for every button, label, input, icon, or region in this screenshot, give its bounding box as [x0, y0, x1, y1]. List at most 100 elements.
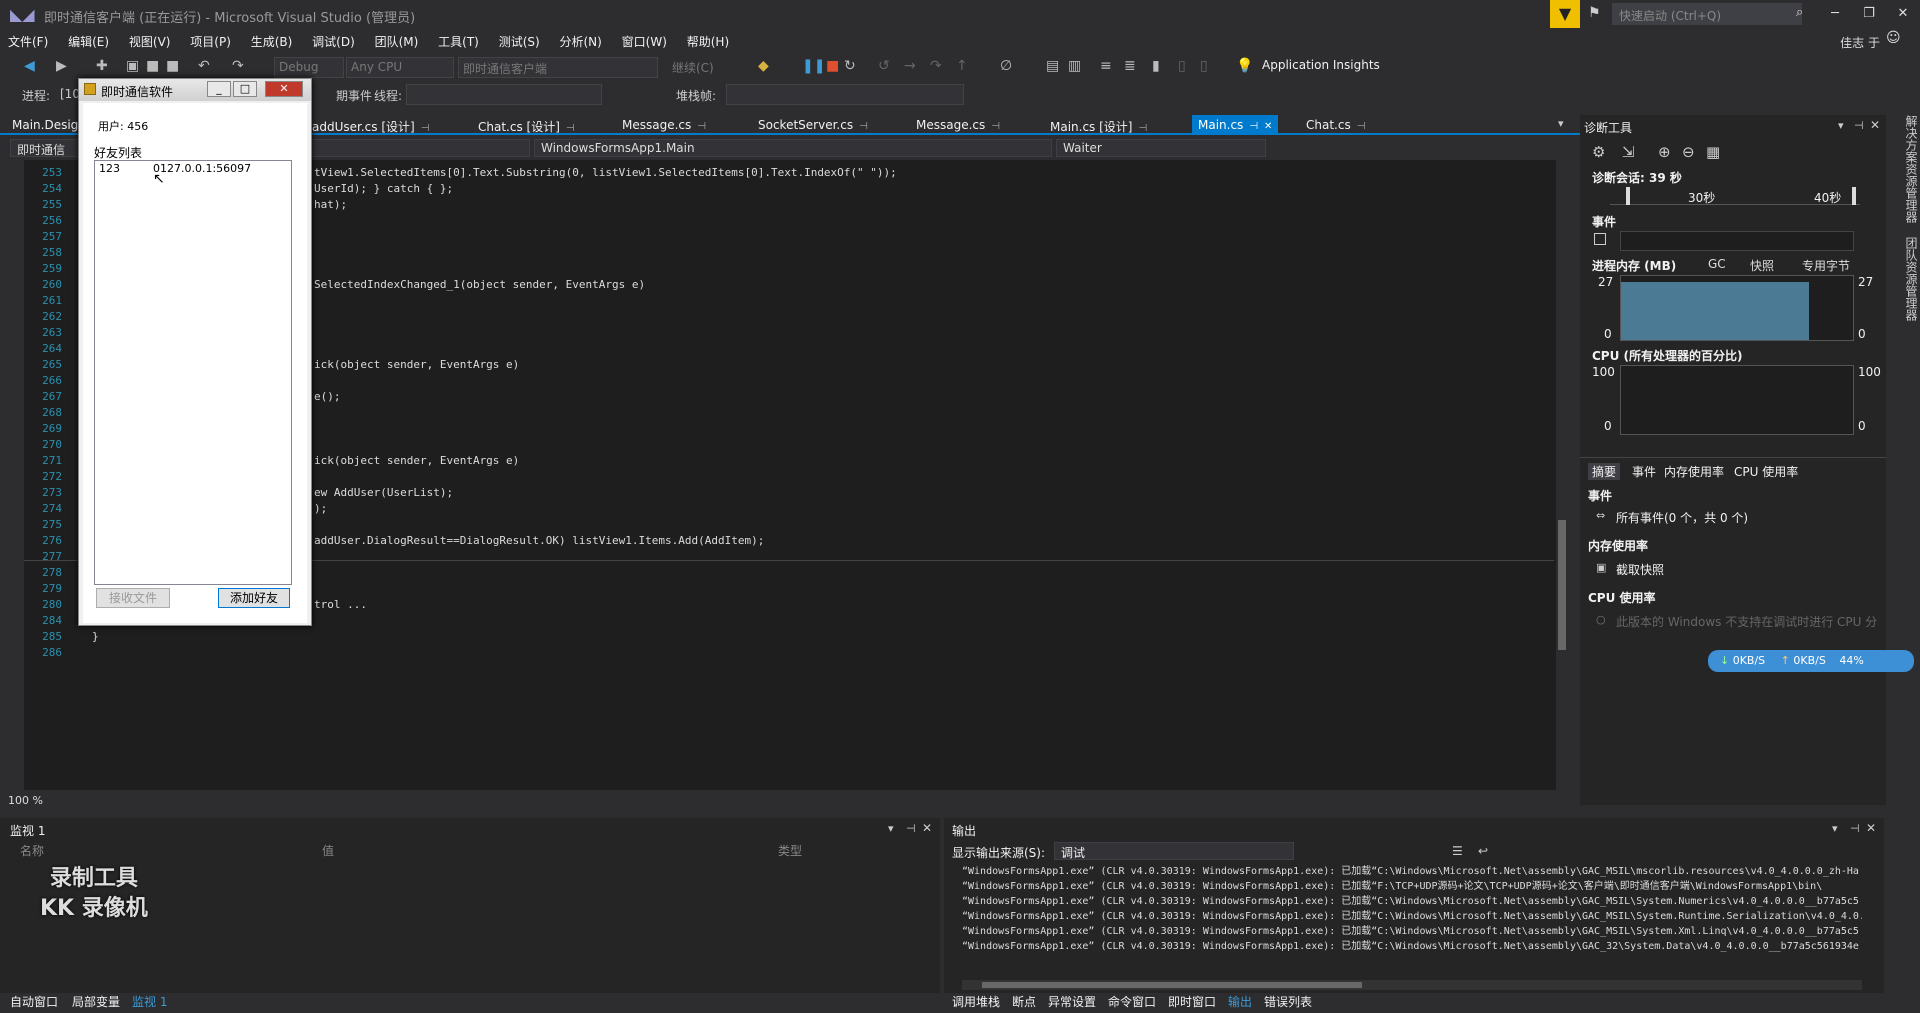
watch-col-type[interactable]: 类型: [778, 842, 802, 859]
outdent-icon[interactable]: ≣: [1124, 58, 1136, 74]
restart-icon[interactable]: ↻: [844, 58, 856, 74]
notification-filter-icon[interactable]: ▼: [1550, 0, 1580, 28]
redo-icon[interactable]: ↷: [232, 58, 244, 74]
application-insights-button[interactable]: Application Insights: [1262, 58, 1380, 72]
tab-message-cs[interactable]: Message.cs ⊣: [616, 115, 712, 135]
watch-pin-icon[interactable]: ⊣: [906, 822, 916, 835]
list-item[interactable]: 123 0127.0.0.1:56097: [97, 162, 287, 176]
output-dropdown-icon[interactable]: ▾: [1832, 822, 1838, 835]
tab-error-list[interactable]: 错误列表: [1264, 993, 1312, 1010]
pin-icon[interactable]: ⊣: [859, 121, 868, 132]
pin-icon[interactable]: ⊣: [1139, 123, 1148, 134]
indent-icon[interactable]: ≡: [1100, 58, 1112, 74]
menu-debug[interactable]: 调试(D): [304, 30, 363, 53]
tab-immediate-window[interactable]: 即时窗口: [1168, 993, 1216, 1010]
save-all-icon[interactable]: ■: [166, 58, 179, 74]
pin-icon[interactable]: ⊣: [697, 121, 706, 132]
panel-close-icon[interactable]: ✕: [1870, 118, 1880, 132]
tab-main-designer-2[interactable]: Main.cs [设计] ⊣: [1044, 115, 1153, 135]
tab-events[interactable]: 事件: [1632, 463, 1656, 480]
tab-summary[interactable]: 摘要: [1588, 463, 1621, 480]
startup-project-select[interactable]: 即时通信客户端: [458, 57, 658, 78]
tab-breakpoints[interactable]: 断点: [1012, 993, 1036, 1010]
next-bookmark-icon[interactable]: ▯: [1200, 58, 1208, 74]
tab-main-designer[interactable]: Main.Desig: [6, 115, 84, 135]
tab-main-cs[interactable]: Main.cs ⊣ ✕: [1192, 115, 1279, 135]
tab-chat-designer[interactable]: Chat.cs [设计] ⊣: [472, 115, 581, 135]
continue-button[interactable]: 继续(C): [668, 57, 738, 78]
restore-button[interactable]: ❐: [1854, 3, 1884, 25]
menu-view[interactable]: 视图(V): [121, 30, 179, 53]
timeline-start-handle[interactable]: [1626, 187, 1630, 205]
tab-chat-cs[interactable]: Chat.cs ⊣: [1300, 115, 1371, 135]
watch-col-value[interactable]: 值: [322, 842, 334, 859]
tab-overflow-icon[interactable]: ▾: [1558, 117, 1564, 130]
add-friend-button[interactable]: 添加好友: [218, 588, 290, 608]
menu-build[interactable]: 生成(B): [243, 30, 301, 53]
take-snapshot-button[interactable]: 截取快照: [1616, 561, 1664, 578]
app-minimize-button[interactable]: _: [207, 81, 231, 97]
all-events-link[interactable]: 所有事件(0 个，共 0 个): [1616, 509, 1748, 526]
minimize-button[interactable]: ─: [1820, 3, 1850, 25]
close-button[interactable]: ✕: [1888, 3, 1918, 25]
timeline-end-handle[interactable]: [1852, 187, 1856, 205]
menu-window[interactable]: 窗口(W): [614, 30, 675, 53]
open-file-icon[interactable]: ▣: [126, 58, 139, 74]
menu-edit[interactable]: 编辑(E): [60, 30, 117, 53]
prev-bookmark-icon[interactable]: ▯: [1178, 58, 1186, 74]
scroll-thumb[interactable]: [982, 982, 1362, 988]
undo-icon[interactable]: ↶: [198, 58, 210, 74]
tab-locals[interactable]: 局部变量: [72, 993, 120, 1010]
clear-all-icon[interactable]: ☰: [1452, 844, 1463, 858]
cpu-section-title[interactable]: CPU (所有处理器的百分比): [1592, 347, 1743, 364]
watch-dropdown-icon[interactable]: ▾: [888, 822, 894, 835]
platform-select[interactable]: Any CPU: [346, 57, 454, 78]
cpu-chart[interactable]: [1620, 365, 1854, 435]
tab-message-cs-2[interactable]: Message.cs ⊣: [910, 115, 1006, 135]
settings-icon[interactable]: ⚙: [1592, 143, 1605, 161]
menu-help[interactable]: 帮助(H): [679, 30, 737, 53]
solution-explorer-tab[interactable]: 解决方案资源管理器: [1904, 115, 1918, 223]
reset-view-icon[interactable]: ▦: [1706, 143, 1720, 161]
lifecycle-events-label[interactable]: 期事件: [336, 87, 372, 104]
account-icon[interactable]: ☺: [1886, 30, 1904, 52]
menu-test[interactable]: 测试(S): [491, 30, 548, 53]
app-maximize-button[interactable]: □: [233, 81, 257, 97]
step-out-icon[interactable]: ↑: [956, 58, 968, 74]
member-dropdown[interactable]: Waiter: [1056, 139, 1266, 157]
back-icon[interactable]: ◀: [24, 58, 35, 74]
memory-section-title[interactable]: 进程内存 (MB): [1592, 257, 1676, 274]
search-icon[interactable]: ⌕: [1796, 5, 1803, 20]
hex-display-icon[interactable]: ∅: [1000, 58, 1012, 74]
menu-file[interactable]: 文件(F): [0, 30, 56, 53]
tab-output[interactable]: 输出: [1228, 993, 1252, 1010]
output-source-select[interactable]: 调试: [1054, 842, 1294, 860]
tab-call-stack[interactable]: 调用堆栈: [952, 993, 1000, 1010]
events-track[interactable]: [1620, 231, 1854, 251]
thread-select[interactable]: [406, 84, 602, 105]
panel-dropdown-icon[interactable]: ▾: [1838, 119, 1844, 132]
pause-icon[interactable]: ❚❚: [802, 58, 825, 74]
app-close-button[interactable]: ✕: [265, 81, 303, 97]
team-explorer-tab[interactable]: 团队资源管理器: [1904, 237, 1918, 321]
step-over-icon[interactable]: ↷: [930, 58, 942, 74]
quick-launch-input[interactable]: 快速启动 (Ctrl+Q): [1612, 3, 1802, 25]
step-into-icon[interactable]: →: [904, 58, 916, 74]
class-dropdown[interactable]: WindowsFormsApp1.Main: [534, 139, 1052, 157]
friends-listview[interactable]: 123 0127.0.0.1:56097 ↖: [94, 160, 292, 585]
configuration-select[interactable]: Debug: [274, 57, 344, 78]
save-icon[interactable]: ■: [146, 58, 159, 74]
tab-socketserver-cs[interactable]: SocketServer.cs ⊣: [752, 115, 874, 135]
new-project-icon[interactable]: ✚: [96, 58, 108, 74]
zoom-out-icon[interactable]: ⊖: [1682, 143, 1695, 161]
pin-icon[interactable]: ⊣: [991, 121, 1000, 132]
output-pin-icon[interactable]: ⊣: [1850, 822, 1860, 835]
stack-frame-select[interactable]: [726, 84, 964, 105]
process-select[interactable]: [10: [60, 87, 80, 101]
pin-icon[interactable]: ⊣: [566, 123, 575, 134]
tab-autos[interactable]: 自动窗口: [10, 993, 58, 1010]
editor-vertical-scrollbar[interactable]: [1556, 160, 1568, 790]
menu-tools[interactable]: 工具(T): [430, 30, 487, 53]
tab-memory-usage[interactable]: 内存使用率: [1664, 463, 1724, 480]
output-close-icon[interactable]: ✕: [1866, 821, 1876, 835]
